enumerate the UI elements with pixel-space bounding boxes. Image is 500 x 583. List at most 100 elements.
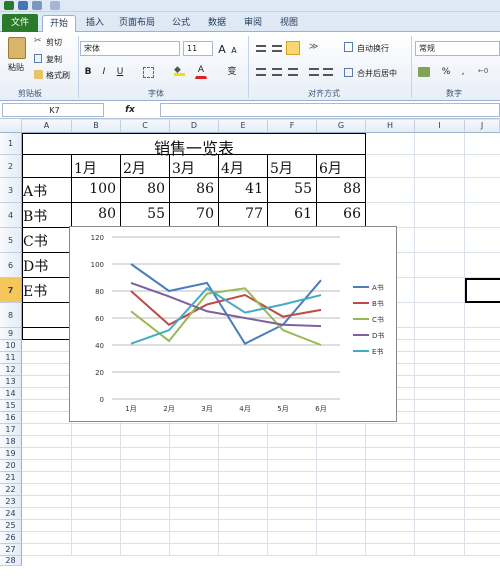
- column-header[interactable]: F: [268, 119, 317, 133]
- row-header[interactable]: 3: [0, 178, 22, 203]
- font-size-select[interactable]: 11: [183, 41, 213, 56]
- align-right-icon[interactable]: [288, 68, 298, 76]
- row-header[interactable]: 2: [0, 155, 22, 178]
- tab-home[interactable]: 开始: [42, 15, 76, 32]
- tab-file[interactable]: 文件: [2, 14, 38, 32]
- column-header[interactable]: H: [366, 119, 415, 133]
- row-header[interactable]: 9: [0, 328, 22, 340]
- phonetic-button[interactable]: 变: [225, 65, 239, 80]
- row-header[interactable]: 19: [0, 448, 22, 460]
- redo-icon[interactable]: [50, 1, 60, 10]
- row-header[interactable]: 25: [0, 520, 22, 532]
- sales-value-cell[interactable]: 88: [317, 181, 361, 197]
- book-name-cell[interactable]: B书: [23, 206, 47, 226]
- row-header[interactable]: 24: [0, 508, 22, 520]
- align-middle-icon[interactable]: [272, 45, 282, 52]
- row-header[interactable]: 15: [0, 400, 22, 412]
- tab-view[interactable]: 视图: [274, 15, 304, 32]
- sales-value-cell[interactable]: 70: [170, 206, 214, 222]
- align-center-icon[interactable]: [272, 68, 282, 76]
- undo-icon[interactable]: [32, 1, 42, 10]
- row-header[interactable]: 21: [0, 472, 22, 484]
- month-header-cell[interactable]: 2月: [123, 158, 146, 178]
- month-header-cell[interactable]: 1月: [74, 158, 97, 178]
- formula-input[interactable]: [160, 103, 500, 117]
- column-header[interactable]: J: [465, 119, 500, 133]
- column-header[interactable]: D: [170, 119, 219, 133]
- paste-icon[interactable]: [8, 37, 26, 59]
- increase-indent-icon[interactable]: [323, 68, 333, 76]
- active-cell[interactable]: [465, 278, 500, 303]
- font-name-select[interactable]: 宋体: [80, 41, 180, 56]
- font-color-icon[interactable]: A: [195, 63, 207, 79]
- fx-button[interactable]: fx: [124, 103, 136, 118]
- line-chart[interactable]: 0 20 40 60 80 100 120 1月 2月 3月 4月 5月 6月 A书 B书 C书 D书 E书: [69, 226, 397, 422]
- paste-button[interactable]: 粘贴: [8, 62, 24, 73]
- increase-decimal-icon[interactable]: ←0: [478, 67, 492, 77]
- align-top-icon[interactable]: [256, 45, 266, 52]
- copy-button[interactable]: 复制: [46, 54, 62, 65]
- tab-data[interactable]: 数据: [202, 15, 232, 32]
- book-name-cell[interactable]: C书: [23, 231, 48, 251]
- row-header[interactable]: 5: [0, 228, 22, 253]
- book-name-cell[interactable]: A书: [23, 181, 47, 201]
- sales-value-cell[interactable]: 55: [121, 206, 165, 222]
- book-name-cell[interactable]: D书: [23, 256, 48, 276]
- column-header[interactable]: I: [415, 119, 465, 133]
- sales-value-cell[interactable]: 66: [317, 206, 361, 222]
- wrap-text-button[interactable]: 自动换行: [357, 43, 389, 54]
- column-header[interactable]: G: [317, 119, 366, 133]
- row-header[interactable]: 7: [0, 278, 22, 303]
- decrease-indent-icon[interactable]: [309, 68, 319, 76]
- row-header[interactable]: 20: [0, 460, 22, 472]
- percent-button[interactable]: %: [440, 65, 452, 80]
- row-header[interactable]: 6: [0, 253, 22, 278]
- month-header-cell[interactable]: 6月: [319, 158, 342, 178]
- underline-button[interactable]: U: [114, 65, 126, 80]
- column-header[interactable]: C: [121, 119, 170, 133]
- row-header[interactable]: 16: [0, 412, 22, 424]
- comma-button[interactable]: ,: [458, 65, 468, 80]
- sales-value-cell[interactable]: 61: [268, 206, 312, 222]
- row-header[interactable]: 10: [0, 340, 22, 352]
- column-header[interactable]: A: [22, 119, 72, 133]
- row-header[interactable]: 26: [0, 532, 22, 544]
- save-icon[interactable]: [18, 1, 28, 10]
- format-painter-icon[interactable]: [34, 70, 43, 79]
- sales-value-cell[interactable]: 77: [219, 206, 263, 222]
- shrink-font-icon[interactable]: A: [229, 43, 239, 58]
- italic-button[interactable]: I: [98, 65, 110, 80]
- merge-icon[interactable]: [344, 68, 353, 77]
- book-name-cell[interactable]: E书: [23, 281, 47, 301]
- tab-formulas[interactable]: 公式: [166, 15, 196, 32]
- row-header[interactable]: 1: [0, 133, 22, 155]
- sales-value-cell[interactable]: 41: [219, 181, 263, 197]
- tab-insert[interactable]: 插入: [80, 15, 110, 32]
- column-header[interactable]: E: [219, 119, 268, 133]
- sales-value-cell[interactable]: 86: [170, 181, 214, 197]
- grow-font-icon[interactable]: A: [217, 42, 227, 57]
- tab-page-layout[interactable]: 页面布局: [114, 15, 160, 32]
- row-header[interactable]: 14: [0, 388, 22, 400]
- row-header[interactable]: 13: [0, 376, 22, 388]
- merge-center-button[interactable]: 合并后居中: [357, 68, 397, 79]
- fill-color-icon[interactable]: ◆: [174, 66, 185, 76]
- tab-review[interactable]: 审阅: [238, 15, 268, 32]
- row-header[interactable]: 8: [0, 303, 22, 328]
- text-orientation-icon[interactable]: ≫: [309, 42, 321, 52]
- row-header[interactable]: 17: [0, 424, 22, 436]
- column-header[interactable]: B: [72, 119, 121, 133]
- bold-button[interactable]: B: [82, 65, 94, 80]
- sales-value-cell[interactable]: 100: [72, 181, 116, 197]
- border-icon[interactable]: [143, 67, 154, 78]
- select-all-corner[interactable]: [0, 119, 22, 133]
- name-box[interactable]: K7: [2, 103, 104, 117]
- row-header[interactable]: 18: [0, 436, 22, 448]
- row-header[interactable]: 27: [0, 544, 22, 556]
- currency-format-icon[interactable]: [418, 67, 430, 77]
- copy-icon[interactable]: [34, 54, 42, 63]
- month-header-cell[interactable]: 3月: [172, 158, 195, 178]
- row-header[interactable]: 4: [0, 203, 22, 228]
- month-header-cell[interactable]: 4月: [221, 158, 244, 178]
- sales-value-cell[interactable]: 80: [121, 181, 165, 197]
